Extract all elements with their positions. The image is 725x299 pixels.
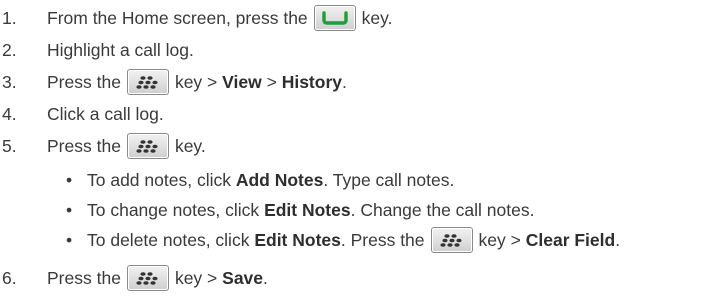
substep-text: key > — [478, 229, 521, 250]
step-number: 1. — [2, 7, 17, 28]
menu-key-icon — [430, 227, 473, 253]
step-number: 3. — [2, 71, 17, 92]
menu-item-view: View — [222, 71, 262, 92]
step-text: key > — [174, 71, 218, 92]
menu-item-edit-notes: Edit Notes — [264, 199, 351, 220]
step-text: Press the — [47, 267, 121, 288]
bullet: • — [66, 229, 73, 250]
step-text: key. — [361, 7, 393, 28]
menu-item-add-notes: Add Notes — [235, 169, 324, 190]
step-text: key > — [174, 267, 218, 288]
menu-item-history: History — [281, 71, 342, 92]
menu-item-save: Save — [222, 267, 264, 288]
step-number: 6. — [2, 267, 17, 288]
step-text: From the Home screen, press the — [47, 7, 308, 28]
bullet: • — [66, 169, 73, 190]
send-key-icon — [313, 5, 356, 31]
menu-key-icon — [126, 265, 169, 291]
substep-text: To delete notes, click — [87, 229, 250, 250]
menu-item-clear-field: Clear Field — [525, 229, 616, 250]
period: . — [263, 267, 268, 288]
step-number: 5. — [2, 135, 17, 156]
menu-key-icon — [126, 69, 169, 95]
bullet: • — [66, 199, 73, 220]
substep-text: . Type call notes. — [323, 169, 455, 190]
menu-item-edit-notes: Edit Notes — [254, 229, 341, 250]
separator: > — [266, 71, 277, 92]
period: . — [615, 229, 621, 250]
menu-key-icon — [126, 133, 169, 159]
step-text: Press the — [47, 135, 121, 156]
step-text: Click a call log. — [47, 103, 164, 124]
step-text: Press the — [47, 71, 121, 92]
step-number: 4. — [2, 103, 17, 124]
period: . — [342, 71, 347, 92]
substep-text: To add notes, click — [87, 169, 231, 190]
substep-text: . Change the call notes. — [350, 199, 535, 220]
instructions-list: 1. From the Home screen, press the key. … — [0, 0, 725, 299]
step-text: Highlight a call log. — [47, 39, 194, 60]
step-text: key. — [174, 135, 206, 156]
substep-text: To change notes, click — [87, 199, 260, 220]
step-number: 2. — [2, 39, 17, 60]
substep-text: . Press the — [340, 229, 425, 250]
